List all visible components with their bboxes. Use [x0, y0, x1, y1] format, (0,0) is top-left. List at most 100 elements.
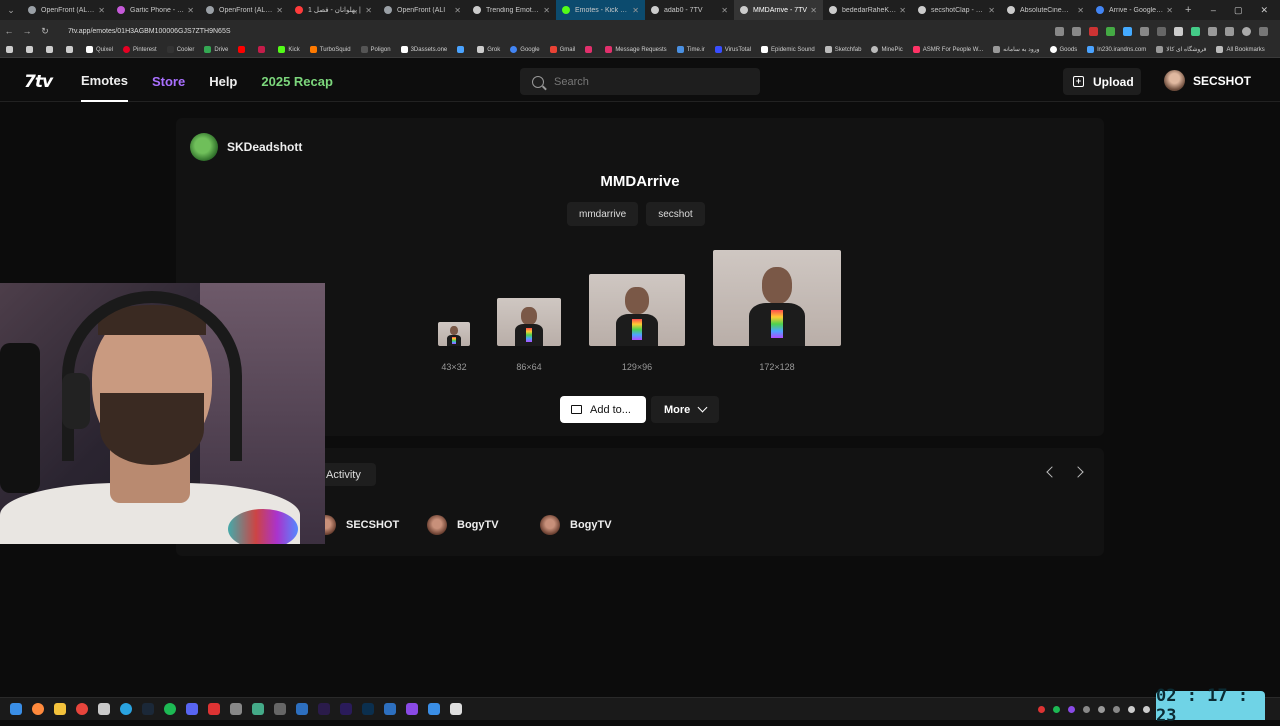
bookmark-item[interactable]: Epidemic Sound — [761, 46, 815, 53]
close-icon[interactable]: ✕ — [899, 6, 906, 15]
bookmark-item[interactable]: Time.ir — [676, 46, 705, 53]
bookmark-item[interactable]: Google — [510, 46, 540, 53]
reload-icon[interactable]: ↻ — [36, 26, 54, 37]
user-menu[interactable]: SECSHOT — [1164, 70, 1251, 91]
tag-chip[interactable]: mmdarrive — [567, 202, 639, 226]
close-icon[interactable]: ✕ — [276, 6, 283, 15]
steam-icon[interactable] — [142, 703, 154, 715]
bookmark-item[interactable]: Drive — [204, 46, 228, 53]
nav-recap[interactable]: 2025 Recap — [261, 60, 333, 102]
browser-tab[interactable]: OpenFront (ALPHA)✕ — [22, 0, 111, 20]
after-effects-icon[interactable] — [318, 703, 330, 715]
bookmark-item[interactable]: Grok — [477, 46, 500, 53]
bookmark-item[interactable] — [238, 46, 248, 53]
tray-icon[interactable] — [1038, 705, 1045, 713]
emote-preview-4x[interactable] — [713, 250, 841, 346]
bookmark-item[interactable]: Kick — [278, 46, 300, 53]
bookmark-item[interactable]: Message Requests — [605, 46, 667, 53]
bookmark-item[interactable]: Cooler — [166, 46, 194, 53]
bookmark-item[interactable] — [585, 46, 595, 53]
bookmark-item[interactable]: Goods — [1049, 46, 1077, 53]
url-field[interactable]: 7tv.app/emotes/01H3AGBM100006GJS7ZTH9N65… — [68, 28, 1055, 35]
bookmark-item[interactable]: Sketchfab — [824, 46, 861, 53]
tray-icon[interactable] — [1083, 705, 1090, 713]
bookmark-item[interactable]: Pinterest — [123, 46, 157, 53]
close-icon[interactable]: ✕ — [98, 6, 105, 15]
browser-tab[interactable]: Arrive - Google Sea✕ — [1090, 0, 1179, 20]
close-icon[interactable]: ✕ — [454, 6, 461, 15]
site-logo[interactable]: 7tv — [24, 72, 53, 92]
extension-icon[interactable] — [1106, 26, 1115, 36]
browser-tab[interactable]: Trending Emotes - ✕ — [467, 0, 556, 20]
emote-owner[interactable]: SKDeadshott — [190, 133, 302, 161]
bookmark-item[interactable] — [66, 46, 76, 53]
telegram-icon[interactable] — [120, 703, 132, 715]
bookmark-item[interactable]: Gmail — [549, 46, 575, 53]
activity-user[interactable]: BogyTV — [427, 515, 499, 535]
app-icon[interactable] — [208, 703, 220, 715]
tray-icon[interactable] — [1053, 705, 1060, 713]
browser-tab[interactable]: OpenFront (ALPHA)✕ — [200, 0, 289, 20]
search-input[interactable] — [554, 75, 744, 88]
browser-tab[interactable]: AbsoluteCinema - ✕ — [1001, 0, 1090, 20]
browser-tab[interactable]: Emotes - Kick Dash✕ — [556, 0, 645, 20]
app-icon[interactable] — [98, 703, 110, 715]
back-icon[interactable]: ← — [0, 26, 18, 36]
maximize-icon[interactable]: ▢ — [1234, 5, 1243, 16]
forward-icon[interactable]: → — [18, 26, 36, 36]
browser-tab-active[interactable]: MMDArrive - 7TV ✕ — [734, 0, 823, 20]
close-icon[interactable]: ✕ — [1166, 6, 1173, 15]
tab-activity[interactable]: Activity — [316, 463, 376, 486]
puzzle-icon[interactable] — [1208, 26, 1217, 36]
more-button[interactable]: More — [651, 396, 719, 423]
tray-icon[interactable] — [1068, 705, 1075, 713]
new-tab-icon[interactable]: + — [1185, 4, 1191, 16]
search-icon[interactable] — [32, 703, 44, 715]
bookmark-item[interactable]: TurboSquid — [309, 46, 351, 53]
discord-icon[interactable] — [186, 703, 198, 715]
close-icon[interactable]: ✕ — [632, 6, 639, 15]
close-icon[interactable]: ✕ — [810, 6, 817, 15]
app-icon[interactable] — [450, 703, 462, 715]
minimize-icon[interactable]: – — [1211, 5, 1216, 16]
bookmark-item[interactable] — [46, 46, 56, 53]
chrome-icon[interactable] — [76, 703, 88, 715]
nav-help[interactable]: Help — [209, 60, 237, 102]
zoom-icon[interactable] — [1055, 26, 1064, 36]
browser-tab[interactable]: adab0 - 7TV ✕ — [645, 0, 734, 20]
photoshop-icon[interactable] — [362, 703, 374, 715]
extension-icon[interactable] — [1123, 26, 1132, 36]
close-window-icon[interactable]: ✕ — [1260, 5, 1268, 16]
activity-user[interactable]: SECSHOT — [316, 515, 399, 535]
bookmark-item[interactable]: 3Dassets.one — [400, 46, 447, 53]
browser-tab[interactable]: bededarRaheKhoda✕ — [823, 0, 912, 20]
close-icon[interactable]: ✕ — [187, 6, 194, 15]
bookmark-item[interactable]: ASMR For People W... — [912, 46, 983, 53]
premiere-icon[interactable] — [340, 703, 352, 715]
app-icon[interactable] — [428, 703, 440, 715]
bookmark-item[interactable]: ورود به سامانه — [993, 46, 1040, 53]
all-bookmarks[interactable]: All Bookmarks — [1216, 46, 1272, 53]
activity-user[interactable]: BogyTV — [540, 515, 612, 535]
app-icon[interactable] — [252, 703, 264, 715]
bookmark-item[interactable]: Quixel — [86, 46, 113, 53]
tray-icon[interactable] — [1113, 705, 1120, 713]
browser-tab[interactable]: secshotClap - 7TV ✕ — [912, 0, 1001, 20]
extension-icon[interactable] — [1089, 26, 1098, 36]
app-icon[interactable] — [406, 703, 418, 715]
chevron-left-icon[interactable] — [1046, 466, 1058, 478]
extension-icon[interactable] — [1157, 26, 1166, 36]
extension-icon[interactable] — [1174, 26, 1183, 36]
close-icon[interactable]: ✕ — [543, 6, 550, 15]
nav-emotes[interactable]: Emotes — [81, 60, 128, 102]
close-icon[interactable]: ✕ — [721, 6, 728, 15]
file-explorer-icon[interactable] — [54, 703, 66, 715]
extension-icon[interactable] — [1140, 26, 1149, 36]
wifi-icon[interactable] — [1128, 705, 1135, 713]
chevron-right-icon[interactable] — [1072, 466, 1084, 478]
nav-store[interactable]: Store — [152, 60, 185, 102]
bookmark-item[interactable] — [457, 46, 467, 53]
bookmark-item[interactable]: VirusTotal — [714, 46, 751, 53]
upload-button[interactable]: + Upload — [1063, 68, 1141, 95]
blender-icon[interactable] — [384, 703, 396, 715]
